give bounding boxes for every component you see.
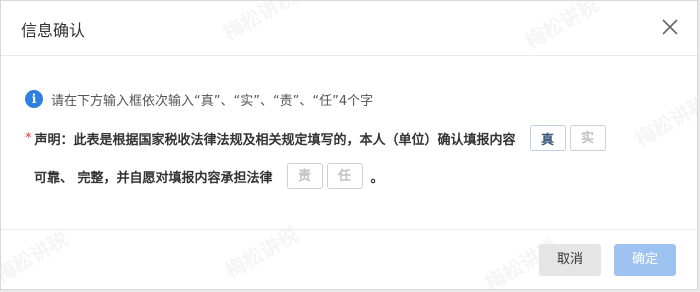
declaration-text-2: 可靠、 完整，并自愿对填报内容承担法律 <box>34 170 273 186</box>
info-icon: i <box>25 90 43 108</box>
dialog-title: 信息确认 <box>21 21 86 40</box>
watermark: 梅松讲税 <box>631 90 698 152</box>
confirm-dialog: 梅松讲税 梅松讲税 梅松讲税 梅松讲税 梅松讲税 梅松讲税 信息确认 i 请在下… <box>0 0 698 290</box>
required-mark: * <box>25 130 32 146</box>
info-text: 请在下方输入框依次输入“真”、“实”、“责”、“任”4个字 <box>51 93 374 109</box>
char-input-1[interactable] <box>529 125 566 151</box>
cancel-button[interactable]: 取消 <box>539 244 601 276</box>
declaration-line-2: 可靠、 完整，并自愿对填报内容承担法律 。 <box>34 161 384 191</box>
char-input-4[interactable] <box>326 163 363 189</box>
char-input-3[interactable] <box>286 163 323 189</box>
declaration-text-1: 声明：此表是根据国家税收法律法规及相关规定填写的，本人（单位）确认填报内容 <box>34 132 516 148</box>
confirm-button[interactable]: 确定 <box>614 244 676 276</box>
dialog-header: 信息确认 <box>1 1 697 56</box>
declaration-line-1: * 声明：此表是根据国家税收法律法规及相关规定填写的，本人（单位）确认填报内容 <box>25 123 606 153</box>
close-icon[interactable] <box>661 18 679 36</box>
dialog-footer: 取消 确定 <box>1 229 697 289</box>
info-message: i 请在下方输入框依次输入“真”、“实”、“责”、“任”4个字 <box>25 89 373 109</box>
char-input-2[interactable] <box>569 125 606 151</box>
declaration-end-mark: 。 <box>370 170 384 186</box>
